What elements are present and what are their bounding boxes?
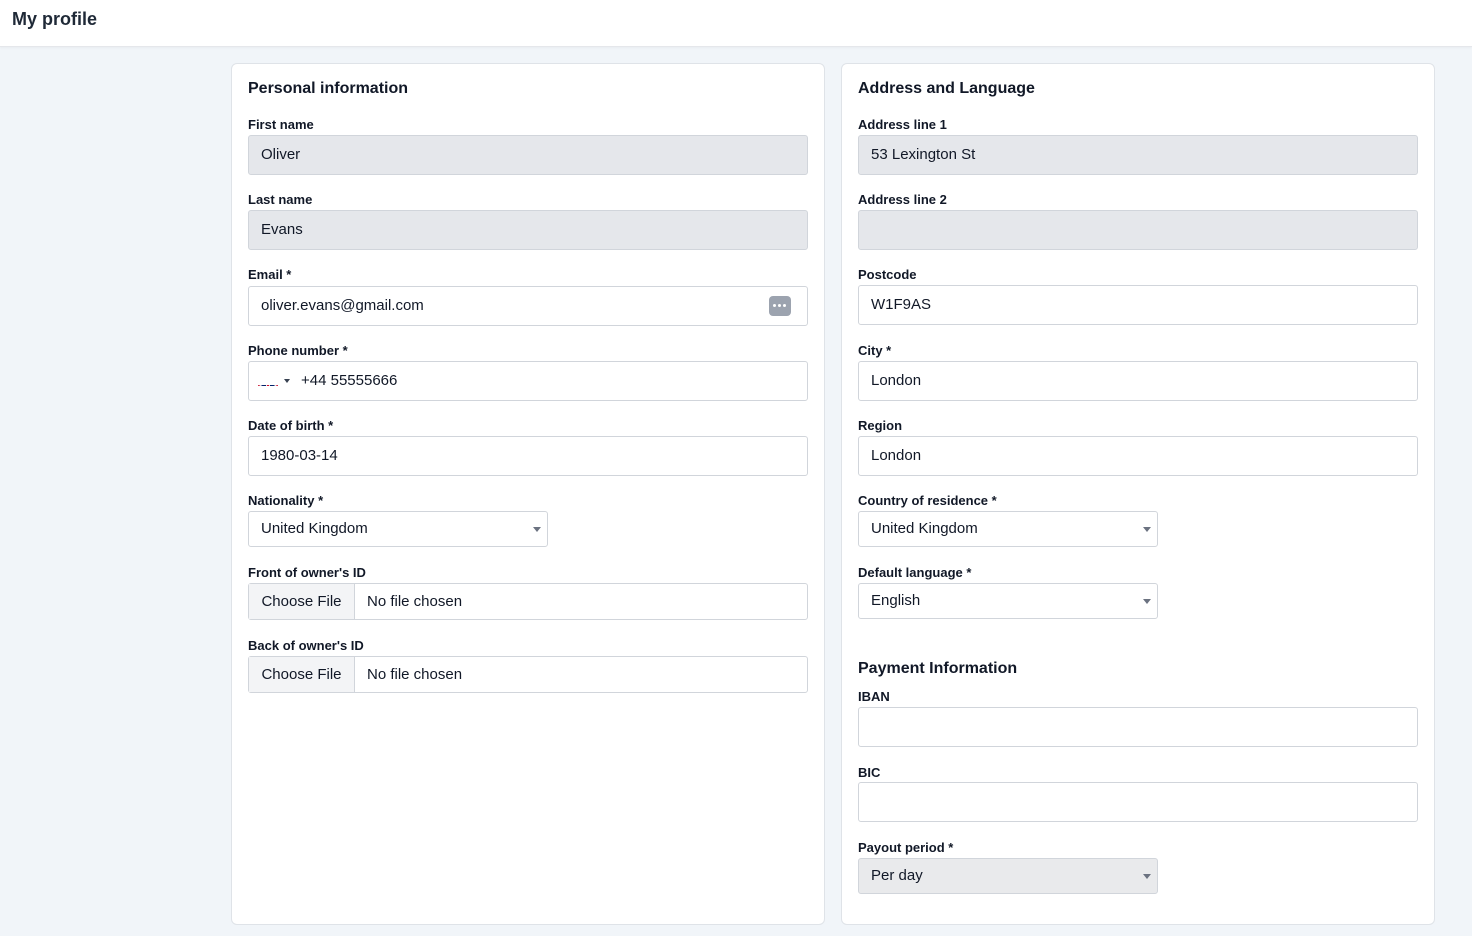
language-label: Default language * [858, 565, 972, 580]
address-line1-label: Address line 1 [858, 117, 947, 132]
top-bar: My profile [0, 0, 1472, 47]
region-label: Region [858, 418, 903, 433]
dob-label: Date of birth * [248, 418, 334, 433]
region-input[interactable]: London [858, 436, 1418, 476]
password-manager-icon[interactable] [769, 296, 791, 316]
back-id-label: Back of owner's ID [248, 638, 364, 653]
front-id-choose-file-button[interactable]: Choose File [249, 584, 355, 619]
chevron-down-icon [1143, 527, 1151, 532]
language-value: English [871, 592, 921, 609]
postcode-label: Postcode [858, 267, 917, 282]
chevron-down-icon [1143, 599, 1151, 604]
address-line1-input[interactable]: 53 Lexington St [858, 135, 1418, 175]
page-title: My profile [12, 9, 98, 29]
date-of-birth-input[interactable]: 1980-03-14 [248, 436, 808, 476]
back-id-file-status: No file chosen [367, 666, 463, 683]
phone-value: +44 55555666 [301, 372, 398, 389]
back-id-file-input[interactable]: Choose File No file chosen [248, 656, 808, 693]
last-name-label: Last name [248, 192, 313, 207]
chevron-down-icon [1143, 874, 1151, 879]
email-input[interactable]: oliver.evans@gmail.com [248, 286, 808, 326]
address-language-card: Address and Language Address line 1 53 L… [841, 63, 1435, 925]
bic-input[interactable] [858, 782, 1418, 822]
section-title-address: Address and Language [858, 80, 1035, 97]
chevron-down-icon [533, 527, 541, 532]
city-input[interactable]: London [858, 361, 1418, 401]
bic-label: BIC [858, 765, 881, 780]
language-select[interactable]: English [858, 583, 1158, 619]
first-name-input[interactable]: Oliver [248, 135, 808, 175]
address-line2-input[interactable] [858, 210, 1418, 250]
postcode-input[interactable]: W1F9AS [858, 285, 1418, 325]
payout-period-select[interactable]: Per day [858, 858, 1158, 894]
front-id-label: Front of owner's ID [248, 565, 366, 580]
section-title-payment: Payment Information [858, 660, 1018, 677]
payout-label: Payout period * [858, 840, 954, 855]
front-id-file-status: No file chosen [367, 593, 463, 610]
country-code-chevron-down-icon[interactable] [284, 379, 290, 383]
uk-flag-icon[interactable] [258, 374, 278, 386]
phone-label: Phone number * [248, 343, 348, 358]
last-name-input[interactable]: Evans [248, 210, 808, 250]
personal-information-card: Personal information First name Oliver L… [231, 63, 825, 925]
country-label: Country of residence * [858, 493, 997, 508]
email-value: oliver.evans@gmail.com [261, 297, 424, 314]
email-label: Email * [248, 267, 292, 282]
country-select[interactable]: United Kingdom [858, 511, 1158, 547]
section-title-personal: Personal information [248, 80, 409, 97]
iban-input[interactable] [858, 707, 1418, 747]
nationality-label: Nationality * [248, 493, 324, 508]
iban-label: IBAN [858, 689, 890, 704]
nationality-select[interactable]: United Kingdom [248, 511, 548, 547]
first-name-label: First name [248, 117, 314, 132]
nationality-value: United Kingdom [261, 520, 368, 537]
front-id-file-input[interactable]: Choose File No file chosen [248, 583, 808, 620]
phone-input[interactable]: +44 55555666 [248, 361, 808, 401]
back-id-choose-file-button[interactable]: Choose File [249, 657, 355, 692]
country-value: United Kingdom [871, 520, 978, 537]
city-label: City * [858, 343, 892, 358]
payout-value: Per day [871, 867, 923, 884]
address-line2-label: Address line 2 [858, 192, 947, 207]
